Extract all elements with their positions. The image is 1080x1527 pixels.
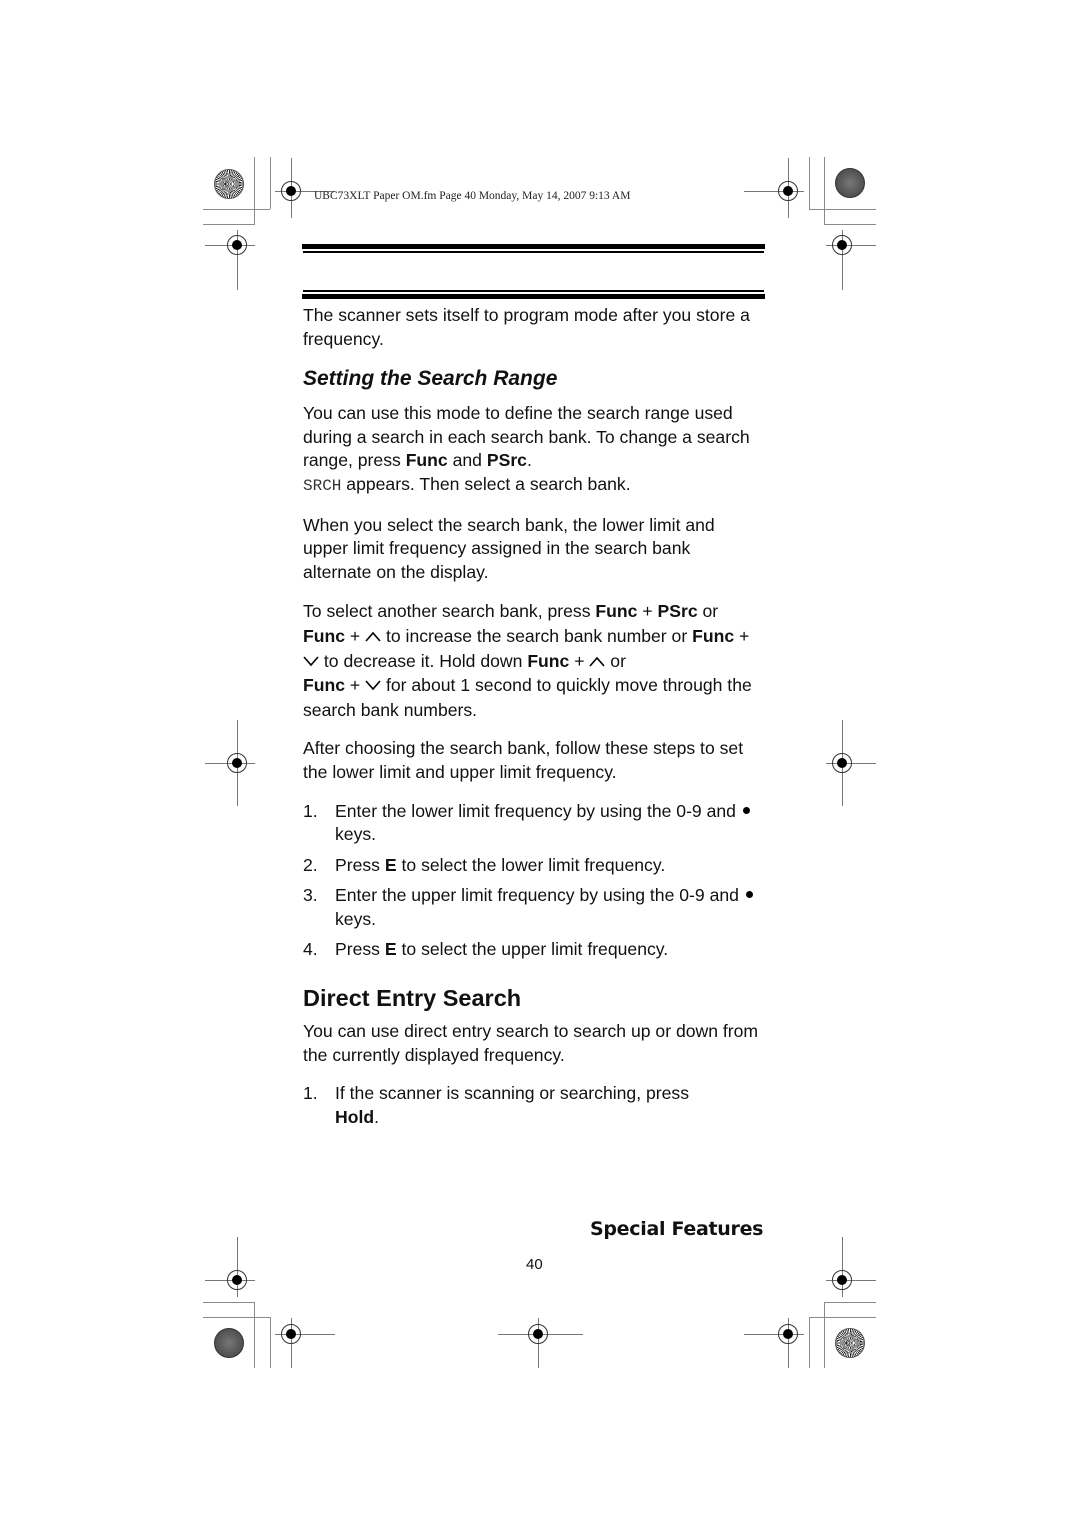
paragraph: When you select the search bank, the low… (303, 514, 715, 582)
steps-list: 1. Enter the lower limit frequency by usi… (303, 800, 763, 963)
key-label: PSrc (657, 601, 698, 622)
registration-mark-icon (832, 235, 852, 255)
list-item: 2. Press E to select the lower limit freq… (303, 854, 666, 875)
crop-line (254, 1302, 255, 1368)
registration-mark-icon (832, 753, 852, 773)
key-label: E (384, 939, 397, 960)
crop-line (270, 157, 271, 209)
registration-mark-icon (227, 235, 247, 255)
registration-mark-icon (778, 181, 798, 201)
key-label: Func (303, 675, 346, 696)
key-label: Func (595, 601, 638, 622)
header-rule-thin (303, 290, 764, 292)
key-label: E (384, 854, 397, 875)
chevron-up-icon (589, 654, 606, 668)
crop-line (270, 1317, 271, 1368)
crop-line (203, 209, 270, 210)
crop-line (809, 209, 876, 210)
registration-mark-icon (281, 181, 301, 201)
registration-mark-icon (778, 1324, 798, 1344)
starburst-target-icon (835, 168, 865, 198)
page-number: 40 (526, 1256, 543, 1273)
crop-line (824, 1302, 825, 1368)
page-content: The scanner sets itself to program mode … (303, 304, 763, 1144)
starburst-target-icon (214, 1328, 244, 1358)
file-slug: UBC73XLT Paper OM.fm Page 40 Monday, May… (314, 190, 631, 202)
registration-mark-icon (227, 753, 247, 773)
intro-paragraph: The scanner sets itself to program mode … (303, 305, 750, 349)
crop-line (203, 1317, 270, 1318)
registration-mark-icon (281, 1324, 301, 1344)
crop-line (824, 157, 825, 224)
starburst-target-icon (214, 169, 244, 199)
crop-line (203, 224, 255, 225)
header-rule-thick (302, 294, 765, 299)
chevron-down-icon (365, 678, 381, 692)
header-rule-thick (302, 244, 765, 249)
paragraph: You can use this mode to define the sear… (303, 403, 750, 495)
key-label: Hold (335, 1106, 375, 1127)
key-label: Func (527, 650, 570, 671)
registration-mark-icon (528, 1324, 548, 1344)
starburst-target-icon (835, 1328, 865, 1358)
key-label: PSrc (486, 450, 527, 471)
crop-line (809, 1317, 810, 1368)
header-rule-thin (303, 251, 764, 253)
section-heading-direct-entry: Direct Entry Search (303, 985, 522, 1012)
crop-line (824, 224, 876, 225)
footer-section-title: Special Features (590, 1218, 764, 1240)
key-label: Func (303, 625, 346, 646)
list-item: 4. Press E to select the upper limit freq… (303, 939, 669, 960)
list-item: 3. Enter the upper limit frequency by usi… (303, 884, 763, 931)
key-label: Func (692, 625, 735, 646)
crop-line (254, 157, 255, 224)
chevron-up-icon (365, 629, 381, 643)
crop-line (809, 1317, 876, 1318)
crop-line (203, 1302, 255, 1303)
crop-line (824, 1302, 876, 1303)
registration-mark-icon (227, 1270, 247, 1290)
section-heading-search-range: Setting the Search Range (303, 367, 558, 391)
dot-key-icon (742, 806, 750, 814)
paragraph: You can use direct entry search to searc… (303, 1021, 759, 1065)
dot-key-icon (745, 891, 753, 899)
steps-list: 1. If the scanner is scanning or searchin… (303, 1082, 763, 1129)
paragraph: After choosing the search bank, follow t… (303, 738, 744, 782)
list-item: 1. Enter the lower limit frequency by usi… (303, 800, 763, 847)
lcd-text: SRCH (303, 476, 342, 495)
registration-mark-icon (832, 1270, 852, 1290)
crop-line (809, 157, 810, 209)
key-label: Func (405, 450, 448, 471)
paragraph: To select another search bank, press Fun… (303, 601, 752, 720)
list-item: 1. If the scanner is scanning or searchin… (303, 1083, 690, 1127)
chevron-down-icon (303, 654, 319, 668)
